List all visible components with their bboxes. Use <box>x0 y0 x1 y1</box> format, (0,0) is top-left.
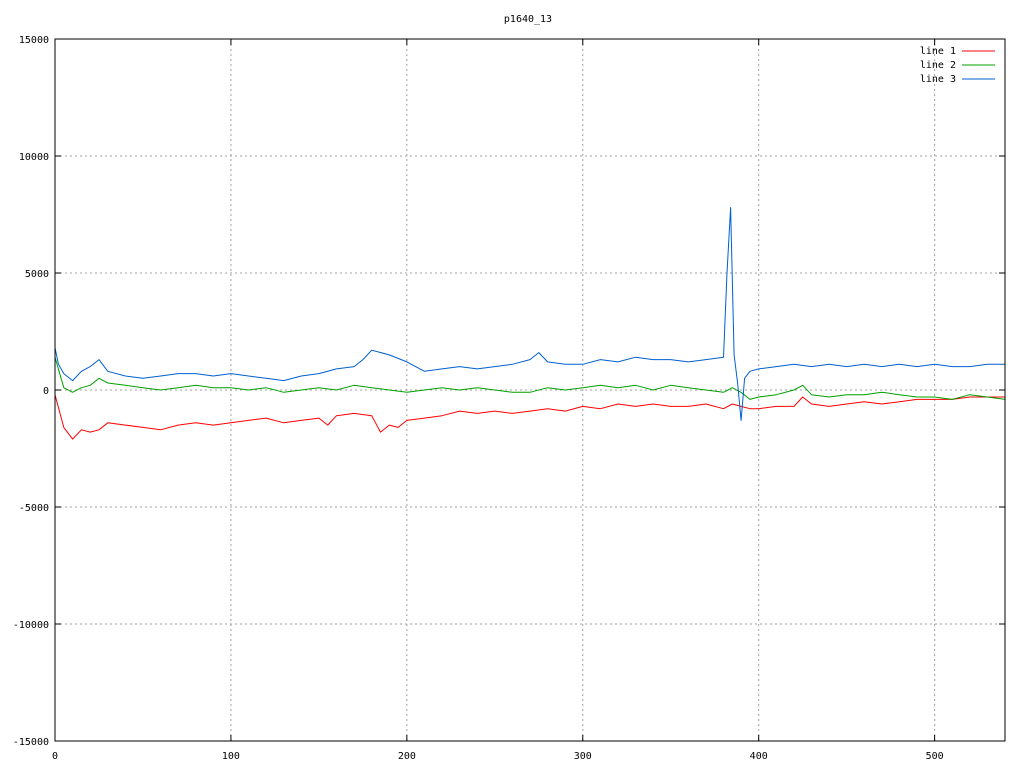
line-chart: p1640_13 -15000-10000-500005000100001500… <box>13 14 1006 762</box>
x-tick-label: 100 <box>222 751 240 762</box>
series-line-3 <box>54 207 1005 421</box>
x-tick-label: 500 <box>926 751 944 762</box>
legend: line 1 line 2 line 3 <box>920 46 995 85</box>
y-tick-label: -10000 <box>13 620 49 631</box>
x-tick-label: 0 <box>52 751 58 762</box>
chart-title: p1640_13 <box>504 14 552 25</box>
x-tick-label: 300 <box>574 751 592 762</box>
series-line-1 <box>54 394 1005 440</box>
y-tick-label: 5000 <box>25 269 49 280</box>
ticks: -15000 -10000 -5000 0 5000 10000 15000 0 100 200 3… <box>13 35 1005 762</box>
y-tick-label: -5000 <box>19 503 49 514</box>
legend-label-2: line 2 <box>920 60 956 71</box>
x-tick-label: 400 <box>750 751 768 762</box>
legend-label-1: line 1 <box>920 46 956 57</box>
legend-label-3: line 3 <box>920 74 956 85</box>
y-tick-label: 15000 <box>19 35 49 46</box>
grid <box>55 39 1005 741</box>
y-tick-label: -15000 <box>13 737 49 748</box>
series-layer <box>54 207 1006 440</box>
y-tick-label: 10000 <box>19 152 49 163</box>
y-tick-label: 0 <box>43 386 49 397</box>
x-tick-label: 200 <box>398 751 416 762</box>
series-line-2 <box>54 357 1006 400</box>
